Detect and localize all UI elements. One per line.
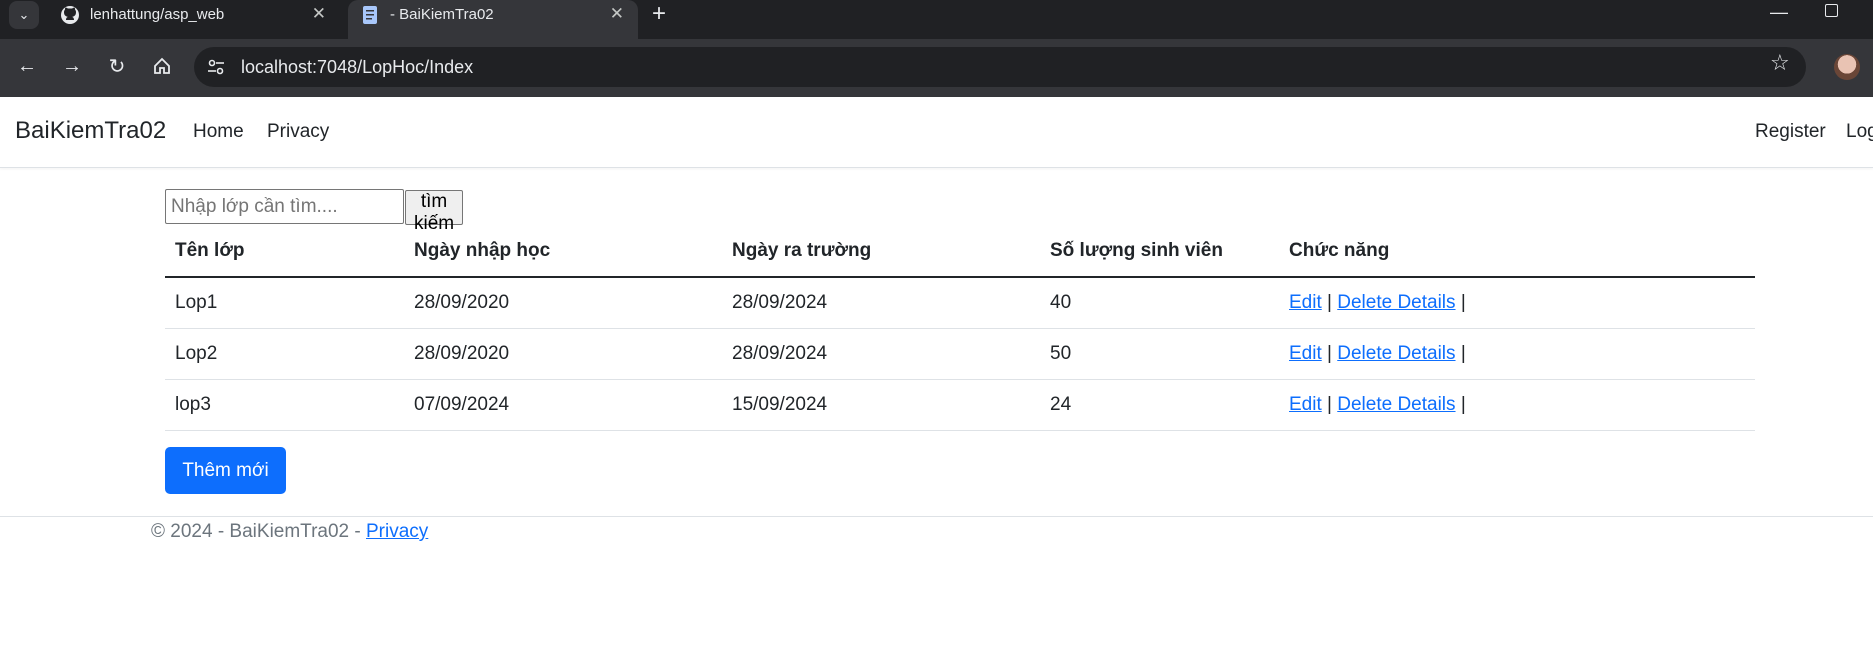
tab-search-button[interactable]: ⌄ (9, 1, 39, 29)
column-header: Tên lớp (165, 226, 404, 278)
app-navbar: BaiKiemTra02 Home Privacy Register Log (0, 97, 1873, 168)
search-input[interactable] (165, 189, 404, 224)
minimize-icon[interactable]: — (1770, 2, 1788, 23)
browser-tabstrip: ⌄ lenhattung/asp_web ✕ - BaiKiemTra02 ✕ … (0, 0, 1873, 39)
profile-avatar[interactable] (1834, 54, 1860, 80)
footer-text: © 2024 - BaiKiemTra02 - Privacy (151, 521, 428, 543)
separator: | (1460, 394, 1466, 415)
edit-link[interactable]: Edit (1289, 292, 1322, 313)
separator: | (1327, 343, 1332, 364)
navbar-brand[interactable]: BaiKiemTra02 (15, 117, 166, 145)
cell-student-count: 40 (1040, 277, 1279, 329)
nav-link-register[interactable]: Register (1755, 121, 1826, 143)
cell-start-date: 28/09/2020 (404, 277, 722, 329)
close-tab-icon[interactable]: ✕ (312, 4, 326, 24)
delete-details-link[interactable]: Delete Details (1337, 343, 1455, 364)
restore-icon[interactable] (1825, 4, 1838, 17)
separator: | (1327, 292, 1332, 313)
home-icon[interactable] (147, 51, 177, 81)
edit-link[interactable]: Edit (1289, 394, 1322, 415)
page-icon (360, 5, 380, 25)
column-header: Ngày ra trường (722, 226, 1040, 278)
cell-class-name: lop3 (165, 379, 404, 431)
search-button[interactable]: tìm kiếm (405, 190, 464, 234)
column-header: Số lượng sinh viên (1040, 226, 1279, 278)
close-tab-icon[interactable]: ✕ (610, 4, 624, 24)
cell-start-date: 28/09/2020 (404, 328, 722, 380)
page-footer: © 2024 - BaiKiemTra02 - Privacy (0, 516, 1873, 542)
address-bar[interactable]: localhost:7048/LopHoc/Index (194, 47, 1806, 87)
bookmark-star-icon[interactable]: ☆ (1770, 50, 1790, 76)
column-header: Chức năng (1279, 226, 1755, 278)
nav-link-privacy[interactable]: Privacy (267, 121, 329, 143)
cell-start-date: 07/09/2024 (404, 379, 722, 431)
footer-copyright: © 2024 - BaiKiemTra02 - (151, 521, 366, 542)
cell-student-count: 24 (1040, 379, 1279, 431)
site-info-icon[interactable] (206, 57, 226, 77)
back-icon[interactable]: ← (12, 51, 42, 81)
cell-end-date: 15/09/2024 (722, 379, 1040, 431)
separator: | (1327, 394, 1332, 415)
browser-toolbar: ← → ↻ localhost:7048/LopHoc/Index (0, 39, 1873, 97)
edit-link[interactable]: Edit (1289, 343, 1322, 364)
cell-end-date: 28/09/2024 (722, 328, 1040, 380)
cell-student-count: 50 (1040, 328, 1279, 380)
web-page: BaiKiemTra02 Home Privacy Register Log t… (0, 97, 1873, 667)
column-header: Ngày nhập học (404, 226, 722, 278)
cell-class-name: Lop1 (165, 277, 404, 329)
add-new-button[interactable]: Thêm mới (165, 447, 286, 494)
github-icon (60, 5, 80, 25)
url-text: localhost:7048/LopHoc/Index (241, 57, 474, 77)
browser-tab-github[interactable]: lenhattung/asp_web ✕ (48, 0, 340, 30)
table-header-row: Tên lớp Ngày nhập học Ngày ra trường Số … (165, 226, 1755, 278)
tab-title: lenhattung/asp_web (90, 6, 225, 23)
cell-class-name: Lop2 (165, 328, 404, 380)
cell-actions: Edit | Delete Details | (1279, 379, 1755, 431)
new-tab-icon[interactable]: + (652, 1, 666, 27)
delete-details-link[interactable]: Delete Details (1337, 292, 1455, 313)
footer-privacy-link[interactable]: Privacy (366, 521, 428, 542)
table-row: Lop2 28/09/2020 28/09/2024 50 Edit | Del… (165, 328, 1755, 380)
tab-title: - BaiKiemTra02 (390, 6, 494, 23)
nav-link-home[interactable]: Home (193, 121, 244, 143)
cell-actions: Edit | Delete Details | (1279, 277, 1755, 329)
forward-icon[interactable]: → (57, 51, 87, 81)
separator: | (1460, 292, 1466, 313)
cell-end-date: 28/09/2024 (722, 277, 1040, 329)
table-row: lop3 07/09/2024 15/09/2024 24 Edit | Del… (165, 379, 1755, 431)
cell-actions: Edit | Delete Details | (1279, 328, 1755, 380)
table-row: Lop1 28/09/2020 28/09/2024 40 Edit | Del… (165, 277, 1755, 329)
browser-tab-active[interactable]: - BaiKiemTra02 ✕ (348, 0, 638, 39)
reload-icon[interactable]: ↻ (102, 51, 132, 81)
delete-details-link[interactable]: Delete Details (1337, 394, 1455, 415)
separator: | (1460, 343, 1466, 364)
class-table: Tên lớp Ngày nhập học Ngày ra trường Số … (165, 226, 1755, 431)
nav-link-login[interactable]: Log (1846, 121, 1873, 143)
